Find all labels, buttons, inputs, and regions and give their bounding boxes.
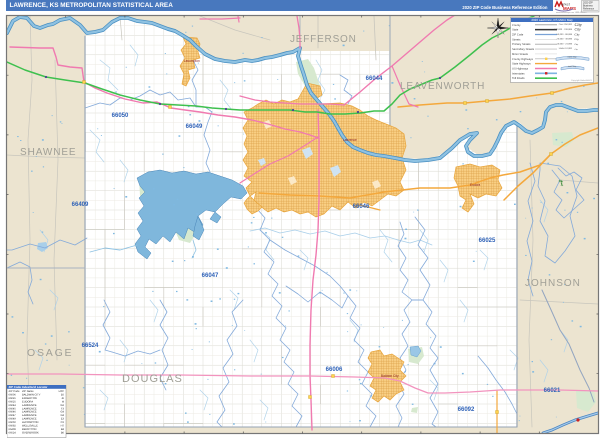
svg-text:US Highways: US Highways	[512, 67, 529, 70]
svg-text:66006: 66006	[326, 367, 343, 373]
svg-text:JOHNSON: JOHNSON	[525, 278, 581, 289]
svg-text:Copyright MarketMAPS: Copyright MarketMAPS	[571, 79, 593, 82]
svg-text:County: County	[512, 23, 521, 26]
svg-text:66047: 66047	[202, 273, 219, 279]
svg-text:City: City	[575, 32, 581, 36]
svg-text:Toll Roads: Toll Roads	[512, 77, 525, 80]
svg-text:DOUGLAS: DOUGLAS	[122, 373, 183, 385]
svg-text:OVERBROOK: OVERBROOK	[22, 431, 39, 434]
svg-text:Inset Map: Inset Map	[568, 64, 576, 67]
svg-text:B6: B6	[61, 431, 65, 434]
svg-text:Reference: Reference	[583, 8, 595, 11]
svg-text:66050: 66050	[112, 113, 129, 119]
svg-text:City: City	[575, 21, 582, 26]
svg-text:Primary Streets: Primary Streets	[512, 43, 531, 46]
svg-text:LEAVENWORTH: LEAVENWORTH	[400, 81, 485, 92]
svg-text:66524: 66524	[82, 343, 99, 349]
svg-text:Interstates: Interstates	[512, 72, 525, 75]
svg-text:66044: 66044	[366, 76, 383, 82]
svg-text:66092: 66092	[458, 407, 475, 413]
svg-text:ZIP Code Index/Grid Locator: ZIP Code Index/Grid Locator	[9, 385, 49, 389]
svg-text:OSAGE: OSAGE	[27, 347, 73, 359]
svg-text:50,000 - 99,999: 50,000 - 99,999	[557, 32, 573, 35]
svg-text:66021: 66021	[544, 388, 561, 394]
svg-text:Streets: Streets	[512, 38, 521, 41]
svg-text:66025: 66025	[479, 238, 496, 244]
svg-text:100,000 - 249,999: 100,000 - 249,999	[554, 28, 573, 31]
svg-text:66524: 66524	[9, 431, 17, 434]
svg-text:Secondary Streets: Secondary Streets	[512, 48, 535, 51]
svg-text:State Highways: State Highways	[512, 62, 531, 65]
svg-text:State: State	[512, 28, 519, 31]
svg-text:Eudora: Eudora	[470, 183, 481, 187]
svg-text:City: City	[575, 43, 579, 46]
svg-text:County Highways: County Highways	[512, 57, 534, 60]
svg-text:66409: 66409	[72, 202, 89, 208]
svg-text:25,000 - 49,999: 25,000 - 49,999	[557, 37, 573, 40]
svg-text:JEFFERSON: JEFFERSON	[290, 34, 357, 45]
svg-text:Lecompton: Lecompton	[184, 59, 200, 63]
svg-text:Under 10,000: Under 10,000	[559, 47, 573, 50]
svg-text:66049: 66049	[186, 124, 203, 130]
svg-text:City: City	[575, 27, 582, 31]
svg-text:Index Map: Index Map	[568, 55, 577, 58]
svg-text:2020 Lawrence, KS Metro Map: 2020 Lawrence, KS Metro Map	[531, 18, 573, 22]
svg-text:Lawrence: Lawrence	[343, 138, 357, 142]
svg-text:City: City	[575, 47, 578, 50]
svg-text:10,000 - 24,999: 10,000 - 24,999	[557, 42, 573, 45]
svg-text:SHAWNEE: SHAWNEE	[20, 147, 77, 158]
svg-text:Over 250,000: Over 250,000	[559, 23, 573, 26]
svg-text:66046: 66046	[353, 204, 370, 210]
svg-text:ZIP Code: ZIP Code	[512, 33, 524, 36]
svg-text:Baldwin City: Baldwin City	[381, 374, 399, 378]
svg-text:Minor Streets: Minor Streets	[512, 52, 529, 55]
